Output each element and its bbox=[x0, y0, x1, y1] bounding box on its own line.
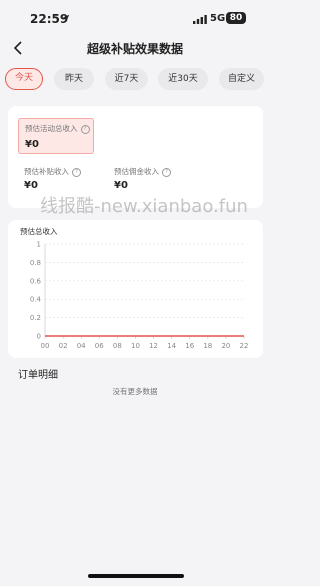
commission-income-value: ¥0 bbox=[114, 180, 128, 191]
empty-list-text: 没有更多数据 bbox=[112, 387, 158, 396]
orders-section-title: 订单明细 bbox=[18, 370, 58, 381]
x-tick-label: 12 bbox=[149, 342, 158, 350]
income-summary-card: 预估活动总收入? ¥0 预估补贴收入? ¥0 预估佣金收入? ¥0 bbox=[8, 106, 263, 208]
x-tick-label: 18 bbox=[203, 342, 212, 350]
info-icon[interactable]: ? bbox=[162, 167, 171, 177]
subsidy-income-label: 预估补贴收入? bbox=[24, 166, 81, 177]
tab-30-days[interactable]: 近30天 bbox=[158, 68, 208, 90]
x-tick-label: 02 bbox=[59, 342, 68, 350]
x-tick-label: 10 bbox=[131, 342, 140, 350]
network-type: 5G bbox=[210, 13, 226, 24]
y-tick-label: 0.6 bbox=[30, 277, 42, 285]
info-icon[interactable]: ? bbox=[72, 167, 81, 177]
commission-income-label: 预估佣金收入? bbox=[114, 166, 171, 177]
income-chart-card: 预估总收入 0 0.2 0.4 0.6 0.8 1 00 02 04 06 08 10 12 14 16 18… bbox=[8, 220, 263, 358]
x-tick-label: 16 bbox=[185, 342, 194, 350]
x-tick-label: 20 bbox=[221, 342, 230, 350]
date-range-tabs: 今天 昨天 近7天 近30天 自定义 bbox=[5, 68, 267, 92]
x-tick-label: 04 bbox=[77, 342, 86, 350]
battery-icon: 80 bbox=[226, 12, 246, 24]
tab-7-days[interactable]: 近7天 bbox=[105, 68, 148, 90]
total-income-metric[interactable]: 预估活动总收入? ¥0 bbox=[18, 118, 94, 154]
x-tick-label: 06 bbox=[95, 342, 104, 350]
location-arrow-icon bbox=[62, 14, 70, 22]
y-tick-label: 0 bbox=[37, 333, 41, 341]
x-tick-label: 22 bbox=[240, 342, 249, 350]
income-line-chart: 0 0.2 0.4 0.6 0.8 1 00 02 04 06 08 10 12 14 16 18 20 22 bbox=[30, 241, 249, 351]
home-indicator[interactable] bbox=[88, 574, 184, 578]
y-tick-label: 0.2 bbox=[30, 314, 41, 322]
nav-bar: 超级补贴效果数据 bbox=[0, 36, 270, 60]
status-bar: 22:59 5G 80 bbox=[0, 0, 270, 36]
subsidy-income-value: ¥0 bbox=[24, 180, 38, 191]
y-tick-label: 0.4 bbox=[30, 296, 42, 304]
tab-yesterday[interactable]: 昨天 bbox=[54, 68, 94, 90]
x-tick-label: 14 bbox=[167, 342, 176, 350]
tab-custom[interactable]: 自定义 bbox=[219, 68, 264, 90]
y-tick-label: 0.8 bbox=[30, 259, 41, 267]
page-title: 超级补贴效果数据 bbox=[86, 42, 183, 56]
total-income-value: ¥0 bbox=[25, 139, 39, 150]
y-tick-label: 1 bbox=[37, 241, 41, 249]
signal-icon bbox=[193, 15, 207, 24]
info-icon[interactable]: ? bbox=[80, 124, 90, 134]
x-tick-label: 08 bbox=[113, 342, 122, 350]
tab-today[interactable]: 今天 bbox=[5, 68, 43, 90]
x-tick-label: 00 bbox=[41, 342, 50, 350]
total-income-label: 预估活动总收入? bbox=[25, 123, 90, 134]
